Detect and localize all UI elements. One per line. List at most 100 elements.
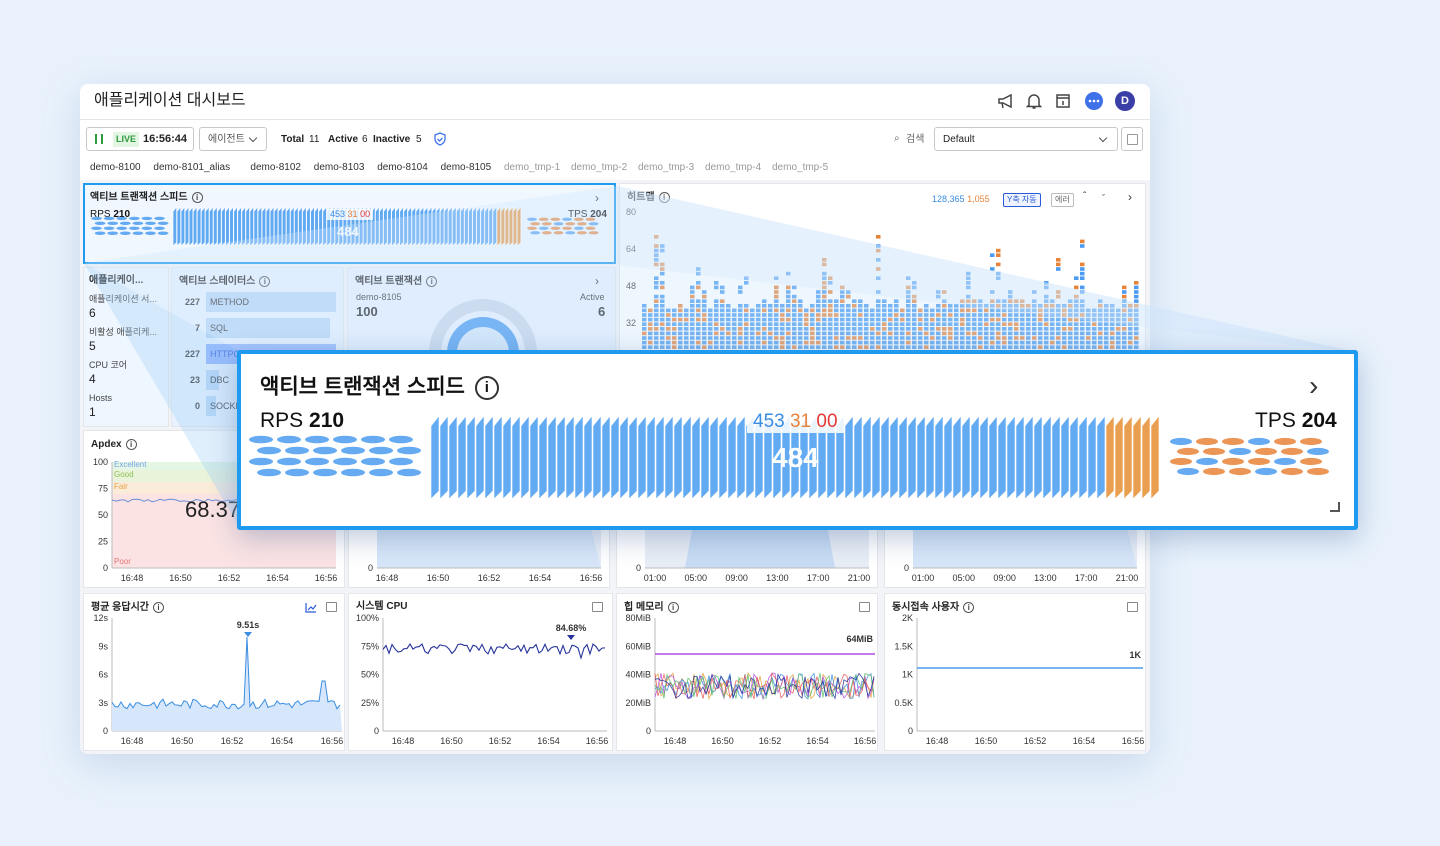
response-dot <box>1274 457 1296 466</box>
response-dot <box>1248 457 1270 466</box>
transaction-fin <box>1087 415 1097 500</box>
transaction-fin <box>556 415 566 500</box>
request-dot <box>361 457 385 466</box>
request-dot <box>285 446 309 455</box>
transaction-fin <box>853 415 863 500</box>
transaction-fin <box>1033 415 1043 500</box>
speed-counts: 453 31 00 <box>747 410 844 433</box>
response-dot <box>1229 447 1251 456</box>
transaction-fin <box>610 415 620 500</box>
request-dot <box>333 457 357 466</box>
speed-visual <box>249 415 1329 500</box>
transaction-fin <box>547 415 557 500</box>
request-dot <box>257 468 281 477</box>
request-dot <box>341 446 365 455</box>
active-total: 484 <box>772 442 819 473</box>
transaction-fin <box>628 415 638 500</box>
response-dot <box>1248 437 1270 446</box>
request-dot <box>333 435 357 444</box>
request-dot <box>397 468 421 477</box>
transaction-fin <box>1096 415 1106 500</box>
request-dot <box>277 457 301 466</box>
transaction-fin <box>1042 415 1052 500</box>
transaction-fin <box>988 415 998 500</box>
request-dot <box>313 446 337 455</box>
transaction-fin <box>511 415 521 500</box>
transaction-fin <box>439 415 449 500</box>
transaction-fin <box>844 415 854 500</box>
transaction-fin <box>718 415 728 500</box>
request-dot <box>285 468 309 477</box>
request-dot <box>361 435 385 444</box>
request-dot <box>389 435 413 444</box>
request-dot <box>305 435 329 444</box>
request-dot <box>305 457 329 466</box>
transaction-fin <box>1069 415 1079 500</box>
transaction-fin <box>970 415 980 500</box>
transaction-fin <box>736 415 746 500</box>
request-dot <box>389 457 413 466</box>
transaction-fin <box>466 415 476 500</box>
response-dot <box>1177 467 1199 476</box>
zoomed-speed-widget[interactable]: 액티브 트랜잭션 스피드 i › RPS 210 TPS 204 453 31 0… <box>237 350 1358 530</box>
transaction-fin <box>700 415 710 500</box>
request-dot <box>341 468 365 477</box>
request-dot <box>313 468 337 477</box>
response-dot <box>1300 437 1322 446</box>
response-dot <box>1229 467 1251 476</box>
response-dot <box>1170 437 1192 446</box>
transaction-fin <box>682 415 692 500</box>
count-very-slow: 00 <box>816 411 838 432</box>
request-dot <box>257 446 281 455</box>
transaction-fin <box>871 415 881 500</box>
transaction-fin <box>646 415 656 500</box>
transaction-fin <box>1078 415 1088 500</box>
transaction-fin <box>907 415 917 500</box>
transaction-fin <box>691 415 701 500</box>
transaction-fin <box>943 415 953 500</box>
transaction-fin <box>574 415 584 500</box>
transaction-fin <box>502 415 512 500</box>
transaction-fin <box>457 415 467 500</box>
transaction-fin <box>934 415 944 500</box>
transaction-fin <box>1105 415 1115 500</box>
transaction-fin <box>1024 415 1034 500</box>
response-dot <box>1170 457 1192 466</box>
transaction-fin <box>673 415 683 500</box>
transaction-fin <box>601 415 611 500</box>
resize-handle[interactable] <box>1330 502 1340 512</box>
transaction-fin <box>583 415 593 500</box>
response-dot <box>1203 467 1225 476</box>
transaction-fin <box>1141 415 1151 500</box>
transaction-fin <box>862 415 872 500</box>
transaction-fin <box>565 415 575 500</box>
count-slow: 31 <box>789 411 812 432</box>
transaction-fin <box>925 415 935 500</box>
transaction-fin <box>430 415 440 500</box>
transaction-fin <box>520 415 530 500</box>
response-dot <box>1281 467 1303 476</box>
response-dot <box>1307 447 1329 456</box>
transaction-fin <box>979 415 989 500</box>
transaction-fin <box>1006 415 1016 500</box>
transaction-fin <box>619 415 629 500</box>
response-dot <box>1281 447 1303 456</box>
transaction-fin <box>538 415 548 500</box>
request-dot <box>277 435 301 444</box>
transaction-fin <box>961 415 971 500</box>
response-dot <box>1196 457 1218 466</box>
request-dot <box>369 446 393 455</box>
transaction-fin <box>880 415 890 500</box>
transaction-fin <box>1132 415 1142 500</box>
transaction-fin <box>592 415 602 500</box>
transaction-fin <box>475 415 485 500</box>
response-dot <box>1222 457 1244 466</box>
transaction-fin <box>529 415 539 500</box>
response-dot <box>1255 467 1277 476</box>
response-dot <box>1177 447 1199 456</box>
request-dot <box>249 457 273 466</box>
response-dot <box>1196 437 1218 446</box>
response-dot <box>1307 467 1329 476</box>
transaction-fin <box>1114 415 1124 500</box>
transaction-fin <box>952 415 962 500</box>
